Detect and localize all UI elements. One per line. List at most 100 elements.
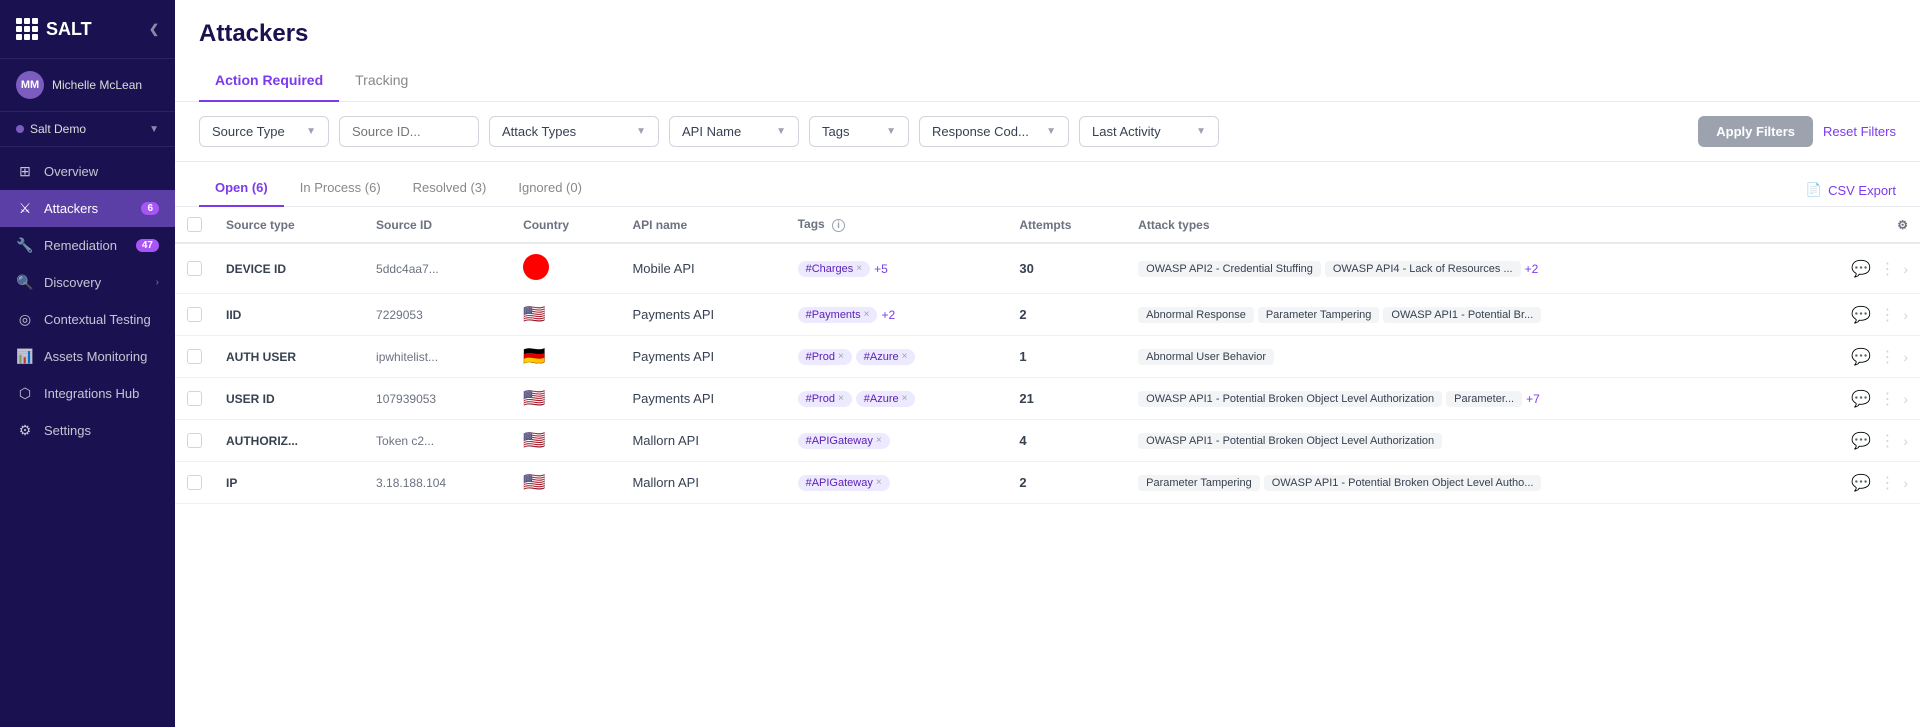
row-checkbox-cell[interactable] [175, 336, 214, 378]
row-expand-icon[interactable]: › [1903, 349, 1908, 365]
source-type-filter[interactable]: Source Type ▼ [199, 116, 329, 147]
attack-more[interactable]: +2 [1525, 262, 1539, 276]
response-code-filter[interactable]: Response Cod... ▼ [919, 116, 1069, 147]
tag-remove-icon[interactable]: × [902, 393, 908, 404]
sidebar-user-name: Michelle McLean [52, 78, 142, 92]
comment-icon[interactable]: 💬 [1851, 259, 1871, 279]
comment-icon[interactable]: 💬 [1851, 305, 1871, 325]
row-expand-icon[interactable]: › [1903, 261, 1908, 277]
row-actions: 💬 ⋮ › [1806, 305, 1908, 325]
source-type-label: Source Type [212, 124, 285, 139]
sidebar-user: MM Michelle McLean [0, 59, 175, 112]
tag-remove-icon[interactable]: × [876, 477, 882, 488]
row-checkbox[interactable] [187, 349, 202, 364]
source-id-value: Token c2... [376, 434, 434, 448]
source-id-input[interactable] [339, 116, 479, 147]
attack-types-filter[interactable]: Attack Types ▼ [489, 116, 659, 147]
row-expand-icon[interactable]: › [1903, 391, 1908, 407]
sidebar-item-contextual-testing[interactable]: ◎ Contextual Testing [0, 301, 175, 338]
tag-remove-icon[interactable]: × [876, 435, 882, 446]
more-options-icon[interactable]: ⋮ [1879, 347, 1895, 367]
comment-icon[interactable]: 💬 [1851, 473, 1871, 493]
response-code-label: Response Cod... [932, 124, 1029, 139]
source-type-cell: DEVICE ID [214, 243, 364, 294]
sidebar-item-label: Assets Monitoring [44, 349, 159, 364]
country-flag: 🇺🇸 [523, 430, 545, 450]
more-options-icon[interactable]: ⋮ [1879, 389, 1895, 409]
tab-resolved[interactable]: Resolved (3) [397, 174, 503, 207]
tag: #APIGateway × [798, 433, 890, 449]
row-expand-icon[interactable]: › [1903, 433, 1908, 449]
tab-in-process[interactable]: In Process (6) [284, 174, 397, 207]
csv-export-button[interactable]: 📄 CSV Export [1806, 182, 1896, 198]
api-name-value: Payments API [632, 307, 714, 322]
sidebar-item-overview[interactable]: ⊞ Overview [0, 153, 175, 190]
sidebar-item-discovery[interactable]: 🔍 Discovery › [0, 264, 175, 301]
sidebar-env-selector[interactable]: Salt Demo ▼ [0, 112, 175, 147]
attack-more[interactable]: +7 [1526, 392, 1540, 406]
tab-action-required[interactable]: Action Required [199, 64, 339, 102]
col-api-name: API name [620, 207, 785, 243]
api-name-filter[interactable]: API Name ▼ [669, 116, 799, 147]
row-checkbox[interactable] [187, 307, 202, 322]
tag-remove-icon[interactable]: × [838, 351, 844, 362]
sidebar-item-attackers[interactable]: ⚔ Attackers 6 [0, 190, 175, 227]
more-options-icon[interactable]: ⋮ [1879, 473, 1895, 493]
sidebar-item-settings[interactable]: ⚙ Settings [0, 412, 175, 449]
row-checkbox[interactable] [187, 261, 202, 276]
row-checkbox-cell[interactable] [175, 243, 214, 294]
comment-icon[interactable]: 💬 [1851, 431, 1871, 451]
tag: #Charges × [798, 261, 871, 277]
country-cell [511, 243, 620, 294]
source-type-value: IID [226, 308, 241, 322]
row-checkbox[interactable] [187, 391, 202, 406]
table-row: AUTHORIZ...Token c2...🇺🇸Mallorn API#APIG… [175, 420, 1920, 462]
row-actions: 💬 ⋮ › [1806, 473, 1908, 493]
comment-icon[interactable]: 💬 [1851, 347, 1871, 367]
api-name-value: Mallorn API [632, 433, 698, 448]
row-checkbox-cell[interactable] [175, 294, 214, 336]
tags-cell: #Prod ×#Azure × [786, 378, 1008, 420]
select-all-checkbox[interactable] [187, 217, 202, 232]
attempts-value: 21 [1019, 391, 1033, 406]
tag-remove-icon[interactable]: × [864, 309, 870, 320]
row-checkbox-cell[interactable] [175, 462, 214, 504]
sidebar-item-remediation[interactable]: 🔧 Remediation 47 [0, 227, 175, 264]
sidebar-item-integrations-hub[interactable]: ⬡ Integrations Hub [0, 375, 175, 412]
api-name-cell: Payments API [620, 378, 785, 420]
reset-filters-button[interactable]: Reset Filters [1823, 124, 1896, 139]
table-settings-icon[interactable]: ⚙ [1897, 218, 1908, 232]
tab-ignored[interactable]: Ignored (0) [502, 174, 598, 207]
row-checkbox-cell[interactable] [175, 378, 214, 420]
tag-remove-icon[interactable]: × [838, 393, 844, 404]
more-options-icon[interactable]: ⋮ [1879, 305, 1895, 325]
row-checkbox[interactable] [187, 475, 202, 490]
tag-remove-icon[interactable]: × [856, 263, 862, 274]
sidebar-item-assets-monitoring[interactable]: 📊 Assets Monitoring [0, 338, 175, 375]
tags-more[interactable]: +2 [881, 308, 895, 322]
tag-remove-icon[interactable]: × [902, 351, 908, 362]
attempts-value: 1 [1019, 349, 1026, 364]
more-options-icon[interactable]: ⋮ [1879, 259, 1895, 279]
select-all-header[interactable] [175, 207, 214, 243]
row-checkbox-cell[interactable] [175, 420, 214, 462]
row-checkbox[interactable] [187, 433, 202, 448]
sidebar-collapse-icon[interactable]: ❮ [149, 22, 159, 36]
tab-tracking[interactable]: Tracking [339, 64, 424, 102]
tags-more[interactable]: +5 [874, 262, 888, 276]
col-settings[interactable]: ⚙ [1794, 207, 1920, 243]
tags-info-icon[interactable]: i [832, 219, 845, 232]
row-expand-icon[interactable]: › [1903, 475, 1908, 491]
last-activity-filter[interactable]: Last Activity ▼ [1079, 116, 1219, 147]
comment-icon[interactable]: 💬 [1851, 389, 1871, 409]
row-expand-icon[interactable]: › [1903, 307, 1908, 323]
tags-container: #Prod ×#Azure × [798, 391, 996, 407]
apply-filters-button[interactable]: Apply Filters [1698, 116, 1813, 147]
tags-filter[interactable]: Tags ▼ [809, 116, 909, 147]
tab-open[interactable]: Open (6) [199, 174, 284, 207]
discovery-icon: 🔍 [16, 274, 34, 291]
more-options-icon[interactable]: ⋮ [1879, 431, 1895, 451]
env-dot-icon [16, 125, 24, 133]
chevron-right-icon: › [156, 277, 159, 288]
avatar: MM [16, 71, 44, 99]
